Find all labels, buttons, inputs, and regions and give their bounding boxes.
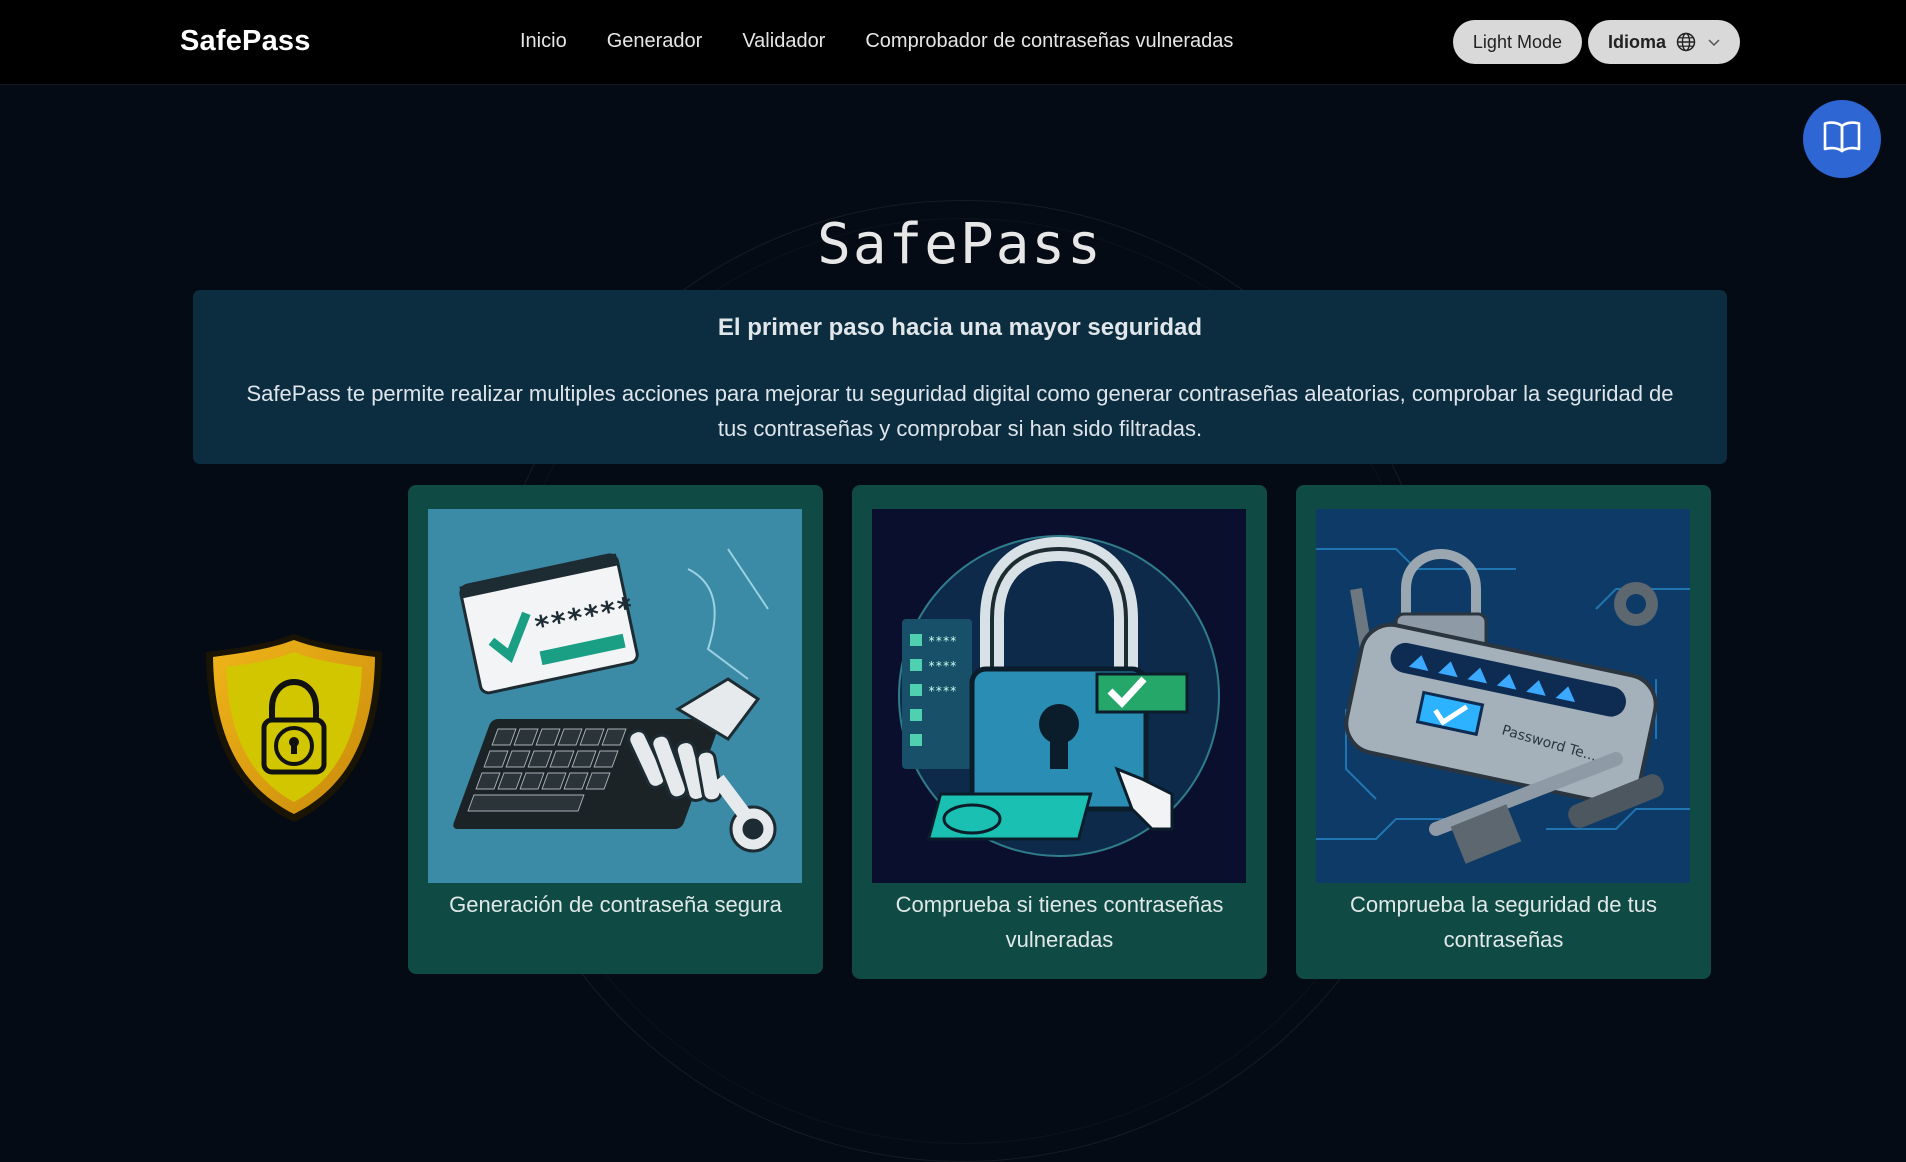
intro-panel: El primer paso hacia una mayor seguridad… (193, 290, 1727, 464)
card-image-robot-keyboard: ****** (428, 509, 802, 883)
language-label: Idioma (1607, 31, 1666, 52)
nav-link-inicio[interactable]: Inicio (520, 30, 567, 53)
svg-text:****: **** (928, 634, 957, 648)
shield-lock-icon (198, 630, 390, 826)
card-caption: Comprueba si tienes contraseñas vulnerad… (895, 892, 1224, 952)
nav-actions: Light Mode Idioma (1452, 20, 1740, 64)
chevron-down-icon (1706, 34, 1722, 50)
card-image-password-device: Password Te... (1316, 509, 1690, 883)
page-title: SafePass (817, 212, 1103, 277)
globe-icon (1676, 32, 1696, 52)
top-navbar: SafePass Inicio Generador Validador Comp… (0, 0, 1906, 85)
card-image-padlock-computer: **** **** **** (872, 509, 1246, 883)
card-caption: Comprueba la seguridad de tus contraseña… (1350, 892, 1657, 952)
intro-description: SafePass te permite realizar multiples a… (246, 381, 1674, 441)
nav-link-comprobador[interactable]: Comprobador de contraseñas vulneradas (865, 30, 1233, 53)
card-caption: Generación de contraseña segura (449, 892, 782, 917)
nav-link-validador[interactable]: Validador (742, 30, 825, 53)
brand-logo-text[interactable]: SafePass (180, 25, 311, 58)
guide-button[interactable] (1803, 100, 1881, 178)
svg-text:****: **** (928, 684, 957, 698)
intro-heading: El primer paso hacia una mayor seguridad (717, 314, 1203, 341)
card-strength-validator[interactable]: Password Te... Comprueba la seguridad de… (1296, 485, 1711, 979)
card-password-generator[interactable]: ****** Generación de contraseña segura (408, 485, 823, 974)
card-breach-checker[interactable]: **** **** **** Comprueba si tienes contr… (852, 485, 1267, 979)
svg-text:****: **** (928, 659, 957, 673)
nav-links: Inicio Generador Validador Comprobador d… (520, 30, 1273, 53)
nav-link-generador[interactable]: Generador (607, 30, 703, 53)
light-mode-button[interactable]: Light Mode (1452, 20, 1582, 64)
open-book-icon (1822, 120, 1862, 159)
language-dropdown[interactable]: Idioma (1587, 20, 1740, 64)
